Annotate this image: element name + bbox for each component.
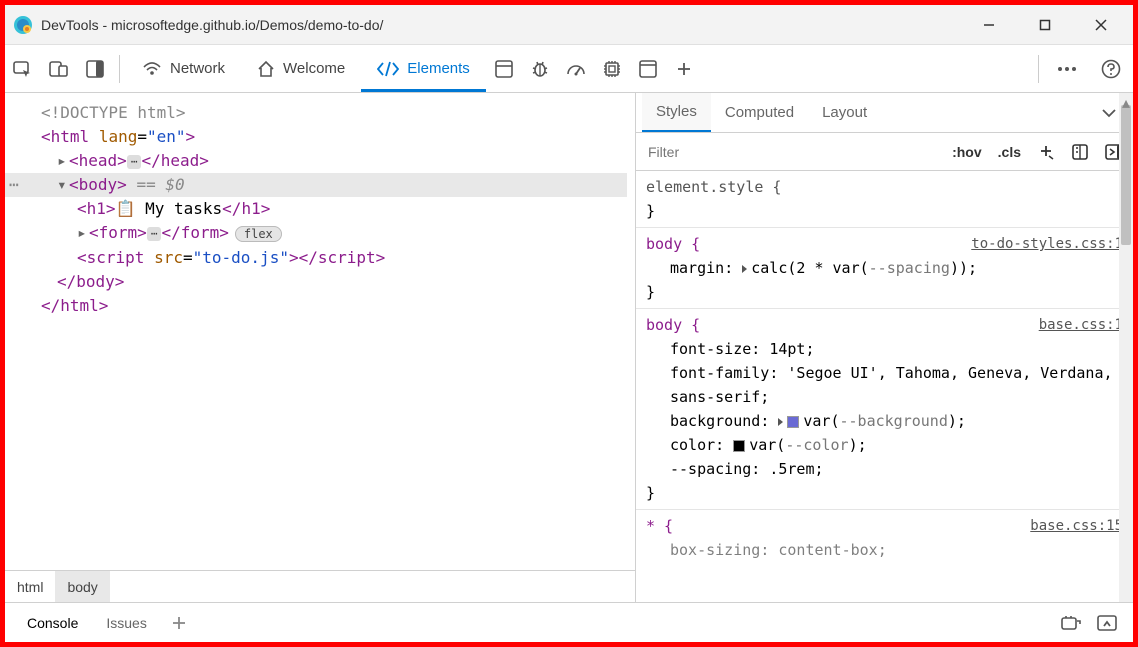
dom-line[interactable]: <html lang="en"> [41,125,627,149]
drawer-tab-issues[interactable]: Issues [92,603,160,642]
dom-line[interactable]: <h1>📋 My tasks</h1> [41,197,627,221]
dom-panel: <!DOCTYPE html> <html lang="en"> ▸<head>… [5,93,635,602]
app-icon [13,15,33,35]
help-icon[interactable] [1089,45,1133,92]
dom-tree[interactable]: <!DOCTYPE html> <html lang="en"> ▸<head>… [5,93,635,326]
dom-line[interactable]: <script src="to-do.js"></script> [41,246,627,270]
wifi-icon [142,61,162,77]
tab-welcome[interactable]: Welcome [241,45,361,92]
flex-badge[interactable]: flex [235,226,282,242]
breadcrumb-body[interactable]: body [55,571,109,602]
tab-label: Network [170,60,225,77]
tab-network[interactable]: Network [126,45,241,92]
computed-toggle-icon[interactable] [1063,133,1097,170]
performance-icon[interactable] [558,45,594,92]
tab-elements[interactable]: Elements [361,45,486,92]
css-rule[interactable]: element.style { } [636,171,1133,228]
source-link[interactable]: to-do-styles.css:1 [971,232,1123,256]
css-rules[interactable]: element.style { } to-do-styles.css:1 bod… [636,171,1133,602]
css-rule[interactable]: to-do-styles.css:1 body { margin: calc(2… [636,228,1133,309]
tab-label: Elements [407,60,470,77]
hov-toggle[interactable]: :hov [944,133,990,170]
issues-link-icon[interactable] [1053,603,1089,642]
close-button[interactable] [1087,11,1115,39]
window-title: DevTools - microsoftedge.github.io/Demos… [41,17,975,33]
dom-line[interactable]: ▸<head>⋯</head> [41,149,627,173]
styles-panel: Styles Computed Layout :hov .cls element… [635,93,1133,602]
filter-input[interactable] [636,133,944,170]
bug-icon[interactable] [522,45,558,92]
scrollbar[interactable]: ▴ [1119,93,1133,602]
device-toggle-icon[interactable] [41,45,77,92]
dom-line-selected[interactable]: ⋯ ▾<body> == $0 [5,173,627,197]
minimize-button[interactable] [975,11,1003,39]
maximize-button[interactable] [1031,11,1059,39]
inspect-element-icon[interactable] [5,45,41,92]
line-menu-icon[interactable]: ⋯ [9,173,19,197]
css-rule[interactable]: base.css:1 body { font-size: 14pt; font-… [636,309,1133,510]
sources-icon[interactable] [630,45,666,92]
dom-line[interactable]: </body> [41,270,627,294]
add-drawer-tab-icon[interactable] [161,603,197,642]
styles-tab-layout[interactable]: Layout [808,93,881,132]
titlebar: DevTools - microsoftedge.github.io/Demos… [5,5,1133,45]
css-rule[interactable]: base.css:15 * { box-sizing: content-box; [636,510,1133,566]
breadcrumb-html[interactable]: html [5,571,55,602]
memory-icon[interactable] [594,45,630,92]
tab-label: Welcome [283,60,345,77]
home-icon [257,60,275,78]
collapse-drawer-icon[interactable] [1089,603,1125,642]
dom-line[interactable]: <!DOCTYPE html> [41,101,627,125]
source-link[interactable]: base.css:1 [1039,313,1123,337]
scroll-thumb[interactable] [1121,105,1131,245]
dom-line[interactable]: ▸<form>⋯</form>flex [41,221,627,246]
dock-side-icon[interactable] [77,45,113,92]
styles-tab-styles[interactable]: Styles [642,93,711,132]
styles-tab-computed[interactable]: Computed [711,93,808,132]
separator [1038,55,1039,83]
breadcrumb: html body [5,570,635,602]
code-icon [377,61,399,77]
more-options-icon[interactable] [1045,45,1089,92]
separator [119,55,120,83]
main-toolbar: Network Welcome Elements [5,45,1133,93]
new-style-icon[interactable] [1029,133,1063,170]
application-icon[interactable] [486,45,522,92]
drawer-tab-console[interactable]: Console [13,603,92,642]
dom-line[interactable]: </html> [41,294,627,318]
drawer: Console Issues [5,602,1133,642]
source-link[interactable]: base.css:15 [1030,514,1123,538]
add-tab-icon[interactable] [666,45,702,92]
cls-toggle[interactable]: .cls [990,133,1029,170]
